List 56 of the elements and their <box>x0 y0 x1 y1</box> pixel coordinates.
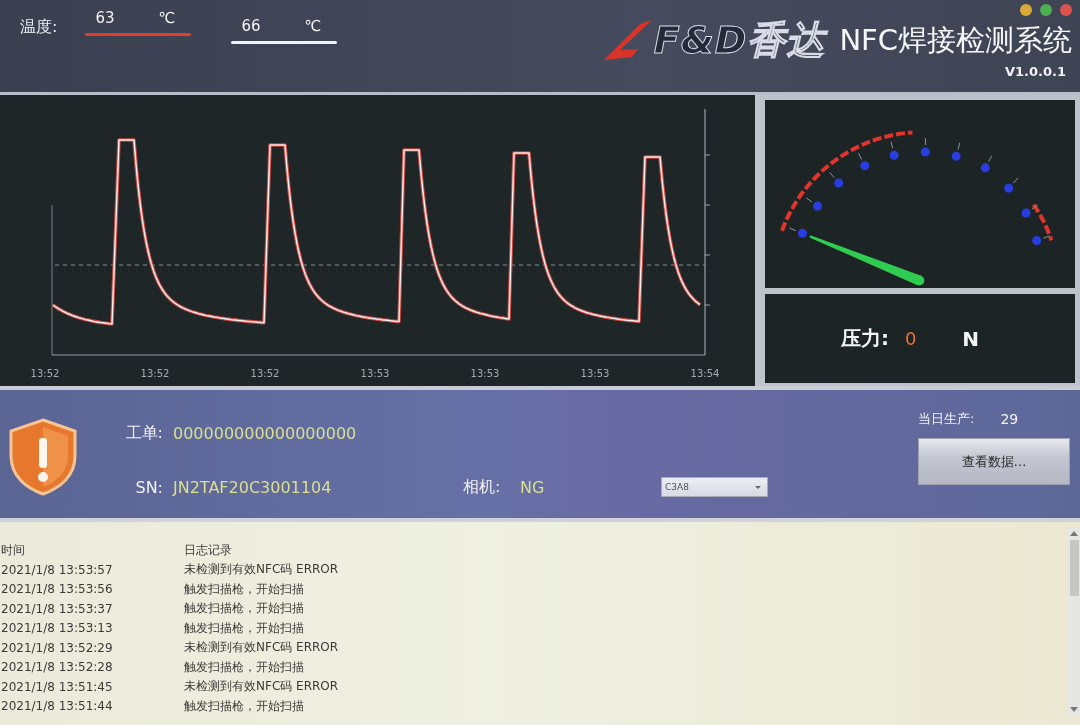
log-message: 触发扫描枪，开始扫描 <box>184 658 304 676</box>
window-control-icon[interactable] <box>1020 4 1032 16</box>
logo-slash-icon <box>603 20 652 60</box>
app-title: NFC焊接检测系统 <box>839 22 1072 59</box>
field-label: 工单: <box>124 422 163 444</box>
daily-output-label: 当日生产: <box>918 410 975 428</box>
scrollbar-thumb[interactable] <box>1069 540 1079 596</box>
axis-label: 13:52 <box>250 368 280 379</box>
log-message: 触发扫描枪，开始扫描 <box>184 619 304 637</box>
temperature-unit: ℃ <box>158 9 176 27</box>
temperature-unit: ℃ <box>304 17 322 35</box>
axis-label: 13:53 <box>580 368 610 379</box>
scrollbar[interactable] <box>1068 528 1080 715</box>
axis-label: 13:53 <box>470 368 500 379</box>
warning-shield-icon <box>8 418 78 496</box>
log-time: 2021/1/8 13:51:45 <box>1 679 114 694</box>
logo-text: F&D香达 <box>653 18 826 62</box>
log-time: 2021/1/8 13:53:57 <box>1 562 114 577</box>
log-time: 2021/1/8 13:52:29 <box>1 640 114 655</box>
field-value: NG <box>520 477 546 497</box>
axis-label: 13:53 <box>360 368 390 379</box>
field-label: 相机: <box>463 476 502 498</box>
column-header: 时间 <box>1 541 26 559</box>
log-message: 未检测到有效NFC码 ERROR <box>184 639 339 657</box>
log-time: 2021/1/8 13:53:56 <box>1 582 114 597</box>
log-time: 2021/1/8 13:53:37 <box>1 601 114 616</box>
pressure-value: 0 <box>904 328 917 349</box>
field-value: 000000000000000000 <box>173 423 357 443</box>
log-message: 触发扫描枪，开始扫描 <box>184 600 304 618</box>
temperature-label: 温度: <box>20 17 58 38</box>
scroll-up-icon[interactable] <box>1070 531 1078 536</box>
window-control-icon[interactable] <box>1040 4 1052 16</box>
field-label: SN: <box>134 477 163 497</box>
caret-icon <box>755 485 761 489</box>
log-message: 触发扫描枪，开始扫描 <box>184 697 304 715</box>
scroll-down-icon[interactable] <box>1070 707 1078 712</box>
field-value: JN2TAF20C3001104 <box>173 477 333 497</box>
pressure-label: 压力: <box>840 325 889 352</box>
axis-label: 13:52 <box>140 368 170 379</box>
log-message: 触发扫描枪，开始扫描 <box>184 580 304 598</box>
axis-label: 13:54 <box>690 368 720 379</box>
log-time: 2021/1/8 13:52:28 <box>1 660 114 675</box>
select-dropdown[interactable]: C3A8 <box>661 477 768 497</box>
view-data-button[interactable]: 查看数据… <box>918 438 1070 485</box>
daily-output-value: 29 <box>1000 411 1019 427</box>
log-message: 未检测到有效NFC码 ERROR <box>184 678 339 696</box>
version-label: V1.0.0.1 <box>1004 64 1066 79</box>
log-time: 2021/1/8 13:53:13 <box>1 621 114 636</box>
log-message: 未检测到有效NFC码 ERROR <box>184 561 339 579</box>
column-header: 日志记录 <box>184 541 232 559</box>
temperature-value: 66 <box>241 17 261 35</box>
pressure-unit: N <box>962 326 980 351</box>
log-time: 2021/1/8 13:51:44 <box>1 699 114 714</box>
temperature-value: 63 <box>95 9 115 27</box>
axis-label: 13:52 <box>30 368 60 379</box>
window-control-icon[interactable] <box>1060 4 1072 16</box>
